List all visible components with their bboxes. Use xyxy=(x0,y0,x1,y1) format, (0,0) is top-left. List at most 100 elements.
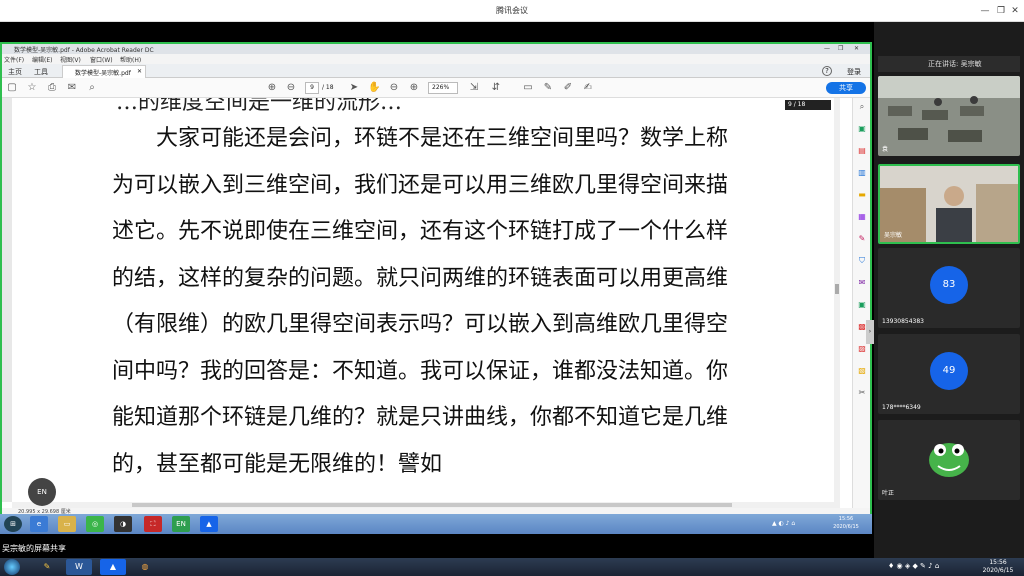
floating-language-button[interactable]: EN xyxy=(28,478,56,506)
menu-file[interactable]: 文件(F) xyxy=(4,55,24,64)
meeting-app-icon[interactable]: ▲ xyxy=(100,559,126,575)
acrobat-window-title: 数学模型-吴宗敏.pdf - Adobe Acrobat Reader DC xyxy=(14,47,154,54)
remote-ie-icon[interactable]: e xyxy=(30,516,48,532)
zoom-out-icon[interactable]: ⊖ xyxy=(388,82,400,94)
remote-headset-icon[interactable]: ◑ xyxy=(114,516,132,532)
tab-document[interactable]: 数学模型-吴宗敏.pdf ✕ xyxy=(62,65,146,78)
select-cursor-icon[interactable]: ➤ xyxy=(348,82,360,94)
pane-search-icon[interactable]: ⌕ xyxy=(857,102,867,112)
word-app-icon[interactable]: W xyxy=(66,559,92,575)
local-clock-date: 2020/6/15 xyxy=(982,567,1014,574)
text-line: 述它。先不说即使在三维空间，还有这个环链打成了一个什么样 xyxy=(112,219,729,244)
draw-icon[interactable]: ✐ xyxy=(562,82,574,94)
participant-name: 13930854383 xyxy=(882,318,924,325)
highlight-pen-icon[interactable]: ✎ xyxy=(542,82,554,94)
acrobat-window: 数学模型-吴宗敏.pdf - Adobe Acrobat Reader DC —… xyxy=(0,42,874,515)
acrobat-tabbar: 主页 工具 数学模型-吴宗敏.pdf ✕ ? 登录 xyxy=(2,64,870,78)
page-total: / 18 xyxy=(322,84,334,91)
page-up-icon[interactable]: ⊕ xyxy=(266,82,278,94)
tab-close-icon[interactable]: ✕ xyxy=(137,68,142,75)
search-icon[interactable]: ⌕ xyxy=(86,82,98,94)
participant-name: 袁 xyxy=(882,146,889,153)
local-system-tray[interactable]: ♦ ◉ ◈ ◆ ✎ ♪ ⌂ xyxy=(888,562,939,570)
tab-home[interactable]: 主页 xyxy=(8,67,22,77)
text-line: 的，甚至都可能是无限维的！譬如 xyxy=(112,452,443,477)
pane-protect-icon[interactable]: ⛉ xyxy=(857,256,867,266)
participant-tile[interactable]: 49 178****6349 xyxy=(878,334,1020,414)
meeting-titlebar: 腾讯会议 — ❐ ✕ xyxy=(0,0,1024,22)
minimize-icon[interactable]: — xyxy=(978,4,992,18)
vertical-scroll-thumb[interactable] xyxy=(835,284,839,294)
scroll-mode-icon[interactable]: ⇵ xyxy=(490,82,502,94)
participant-tile[interactable]: 叶正 xyxy=(878,420,1020,500)
bookmark-star-icon[interactable]: ☆ xyxy=(26,82,38,94)
remote-meeting-icon[interactable]: ▲ xyxy=(200,516,218,532)
vertical-scrollbar[interactable] xyxy=(834,98,840,502)
remote-system-tray[interactable]: ▲ ◐ ♪ ⌂ xyxy=(772,520,795,527)
create-icon[interactable]: ▢ xyxy=(6,82,18,94)
remote-clock-date: 2020/6/15 xyxy=(833,524,859,530)
participant-avatar: 83 xyxy=(930,266,968,304)
email-icon[interactable]: ✉ xyxy=(66,82,78,94)
pane-compress-icon[interactable]: ▣ xyxy=(857,300,867,310)
text-line: （有限维）的欧几里得空间表示吗？可以嵌入到高维欧几里得空 xyxy=(112,312,729,337)
restore-icon[interactable]: ❐ xyxy=(994,4,1008,18)
pane-fill-sign-icon[interactable]: ✎ xyxy=(857,234,867,244)
pane-export-icon[interactable]: ▣ xyxy=(857,124,867,134)
text-line: 为可以嵌入到三维空间，我们还是可以用三维欧几里得空间来描 xyxy=(112,173,729,198)
mascot-avatar-icon xyxy=(878,420,1020,500)
pdf-page: …的维度空间是一维的流形… 大家可能还是会问，环链不是还在三维空间里吗？数学上称… xyxy=(12,98,834,502)
login-link[interactable]: 登录 xyxy=(847,67,861,77)
acrobat-minimize-icon[interactable]: — xyxy=(824,45,830,52)
comment-icon[interactable]: ▭ xyxy=(522,82,534,94)
remote-wechat-icon[interactable]: ◎ xyxy=(86,516,104,532)
remote-clock-time: 15:56 xyxy=(838,516,854,522)
participant-tile[interactable]: 83 13930854383 xyxy=(878,248,1020,328)
page-number-input[interactable]: 9 xyxy=(305,82,319,94)
hand-tool-icon[interactable]: ✋ xyxy=(368,82,380,94)
share-button[interactable]: 共享 xyxy=(826,82,866,94)
pane-create-pdf-icon[interactable]: ▤ xyxy=(857,146,867,156)
fit-page-icon[interactable]: ⇲ xyxy=(468,82,480,94)
pane-more-tools-icon[interactable]: ✂ xyxy=(857,388,867,398)
tab-tools[interactable]: 工具 xyxy=(34,67,48,77)
pane-combine-icon[interactable]: ▨ xyxy=(857,344,867,354)
help-icon[interactable]: ? xyxy=(822,66,832,76)
participant-tile[interactable]: 袁 xyxy=(878,76,1020,156)
pane-organize-icon[interactable]: ▦ xyxy=(857,212,867,222)
print-icon[interactable]: ⎙ xyxy=(46,82,58,94)
text-line: 间中吗？我的回答是：不知道。我可以保证，谁都没法知道。你 xyxy=(112,359,729,384)
tools-pane: ⌕ ▣ ▤ ▥ ▬ ▦ ✎ ⛉ ✉ ▣ ▩ ▨ ▧ ✂ xyxy=(852,98,870,508)
participant-tile-speaking[interactable]: 吴宗敏 xyxy=(878,164,1020,244)
pane-collapse-icon[interactable]: › xyxy=(866,320,874,344)
menu-view[interactable]: 视图(V) xyxy=(60,55,81,64)
sign-icon[interactable]: ✍ xyxy=(582,82,594,94)
text-line: 大家可能还是会问，环链不是还在三维空间里吗？数学上称 xyxy=(112,126,729,151)
classroom-video xyxy=(878,76,1020,156)
remote-start-icon[interactable]: ⊞ xyxy=(4,516,22,532)
pen-app-icon[interactable]: ✎ xyxy=(34,559,60,575)
start-icon[interactable] xyxy=(4,559,20,575)
pane-send-icon[interactable]: ✉ xyxy=(857,278,867,288)
pane-comment-icon[interactable]: ▬ xyxy=(857,190,867,200)
meeting-title: 腾讯会议 xyxy=(496,6,528,15)
remote-acrobat-icon[interactable]: ⛶ xyxy=(144,516,162,532)
horizontal-scroll-thumb[interactable] xyxy=(132,503,732,507)
partial-text-line: …的维度空间是一维的流形… xyxy=(116,98,403,115)
remote-en-icon[interactable]: EN xyxy=(172,516,190,532)
document-viewport[interactable]: …的维度空间是一维的流形… 大家可能还是会问，环链不是还在三维空间里吗？数学上称… xyxy=(2,98,840,502)
page-down-icon[interactable]: ⊖ xyxy=(285,82,297,94)
browser-app-icon[interactable]: ◍ xyxy=(132,559,158,575)
zoom-select[interactable]: 226% xyxy=(428,82,458,94)
menu-help[interactable]: 帮助(H) xyxy=(120,55,141,64)
acrobat-restore-icon[interactable]: ❐ xyxy=(838,45,843,52)
close-icon[interactable]: ✕ xyxy=(1008,4,1022,18)
pane-edit-icon[interactable]: ▥ xyxy=(857,168,867,178)
acrobat-close-icon[interactable]: ✕ xyxy=(854,45,859,52)
pane-review-icon[interactable]: ▧ xyxy=(857,366,867,376)
page-indicator-overlay: 9 / 18 xyxy=(785,100,831,110)
zoom-in-icon[interactable]: ⊕ xyxy=(408,82,420,94)
menu-window[interactable]: 窗口(W) xyxy=(90,55,113,64)
menu-edit[interactable]: 编辑(E) xyxy=(32,55,52,64)
remote-folder-icon[interactable]: ▭ xyxy=(58,516,76,532)
